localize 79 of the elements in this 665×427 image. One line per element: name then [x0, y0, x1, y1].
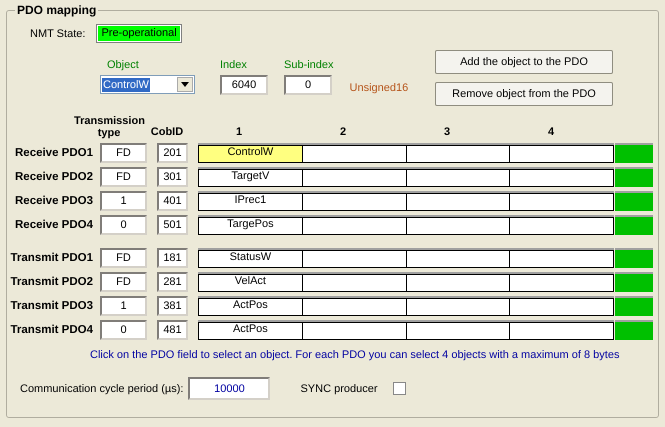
object-slot[interactable]	[302, 145, 406, 163]
cobid-field[interactable]: 281	[157, 272, 188, 292]
nmt-state: Pre-operational	[97, 25, 181, 42]
object-slot[interactable]	[406, 250, 510, 268]
group-title: PDO mapping	[15, 3, 98, 17]
object-slot[interactable]: StatusW	[198, 250, 303, 268]
cycle-period-field[interactable]: 10000	[188, 377, 270, 400]
object-slot[interactable]	[510, 217, 614, 235]
cobid-field[interactable]: 381	[157, 296, 188, 316]
object-slot[interactable]	[510, 145, 614, 163]
object-slot[interactable]	[510, 250, 614, 268]
sync-producer-checkbox[interactable]	[392, 382, 406, 395]
pdo-label: Receive PDO2	[14, 171, 93, 183]
column-header: 3	[442, 126, 452, 139]
object-slot[interactable]	[406, 145, 510, 163]
object-slot[interactable]	[302, 322, 406, 340]
object-slot[interactable]	[510, 298, 614, 316]
object-dropdown[interactable]: ControlW	[100, 75, 195, 94]
object-slot[interactable]	[510, 193, 614, 211]
transmission-type-field[interactable]: 0	[100, 215, 147, 235]
hint-text: Click on the PDO field to select an object. For each PDO you can select 4 objects with a maximum of 8 bytes	[90, 349, 620, 361]
add-object-button[interactable]: Add the object to the PDO	[435, 50, 613, 74]
pdo-label: Transmit PDO1	[10, 252, 93, 264]
cobid-field[interactable]: 181	[157, 248, 188, 268]
object-slot[interactable]	[510, 322, 614, 340]
pdo-label: Receive PDO3	[14, 195, 93, 207]
object-slot[interactable]	[302, 298, 406, 316]
index-field[interactable]: 6040	[220, 75, 268, 95]
object-slot[interactable]: ActPos	[198, 298, 303, 316]
pdo-label: Receive PDO4	[14, 219, 93, 231]
cobid-field[interactable]: 201	[157, 143, 188, 163]
pdo-label: Transmit PDO4	[10, 324, 93, 336]
cobid-field[interactable]: 481	[157, 320, 188, 340]
subindex-label: Sub-index	[284, 59, 334, 72]
object-slot[interactable]: VelAct	[198, 274, 303, 292]
object-slot[interactable]	[406, 274, 510, 292]
object-slot[interactable]	[302, 193, 406, 211]
object-slot[interactable]	[302, 274, 406, 292]
column-header: 2	[338, 126, 348, 139]
pdo-label: Receive PDO1	[14, 147, 93, 159]
transmission-type-field[interactable]: 1	[100, 296, 147, 316]
object-slot[interactable]	[510, 274, 614, 292]
subindex-field[interactable]: 0	[284, 75, 332, 95]
column-header: 1	[234, 126, 244, 139]
data-type: Unsigned16	[350, 82, 408, 94]
cobid-field[interactable]: 501	[157, 215, 188, 235]
object-slot[interactable]	[406, 217, 510, 235]
transmission-type-field[interactable]: FD	[100, 248, 147, 268]
object-slot[interactable]	[406, 169, 510, 187]
nmt-label: NMT State:	[30, 28, 86, 40]
object-slot[interactable]	[302, 217, 406, 235]
index-label: Index	[220, 59, 247, 72]
transmission-type-field[interactable]: FD	[100, 272, 147, 292]
object-slot[interactable]: ActPos	[198, 322, 303, 340]
object-slot[interactable]: TargePos	[198, 217, 303, 235]
object-slot[interactable]: IPrec1	[198, 193, 303, 211]
transmission-type-field[interactable]: FD	[100, 167, 147, 187]
column-header: 4	[546, 126, 556, 139]
object-slot[interactable]: ControlW	[198, 145, 303, 163]
sync-producer-label: SYNC producer	[300, 382, 378, 394]
column-header: CobID	[150, 126, 184, 139]
cobid-field[interactable]: 301	[157, 167, 188, 187]
transmission-type-field[interactable]: 1	[100, 191, 147, 211]
object-label: Object	[107, 59, 139, 72]
object-slot[interactable]	[406, 298, 510, 316]
pdo-label: Transmit PDO3	[10, 300, 93, 312]
object-slot[interactable]: TargetV	[198, 169, 303, 187]
object-slot[interactable]	[302, 169, 406, 187]
transmission-type-field[interactable]: 0	[100, 320, 147, 340]
object-slot[interactable]	[302, 250, 406, 268]
remove-object-button[interactable]: Remove object from the PDO	[435, 82, 613, 106]
object-slot[interactable]	[406, 322, 510, 340]
column-header: Transmission type	[74, 115, 144, 139]
cycle-period-label: Communication cycle period (µs):	[20, 382, 184, 394]
object-slot[interactable]	[510, 169, 614, 187]
pdo-label: Transmit PDO2	[10, 276, 93, 288]
object-slot[interactable]	[406, 193, 510, 211]
transmission-type-field[interactable]: FD	[100, 143, 147, 163]
cobid-field[interactable]: 401	[157, 191, 188, 211]
